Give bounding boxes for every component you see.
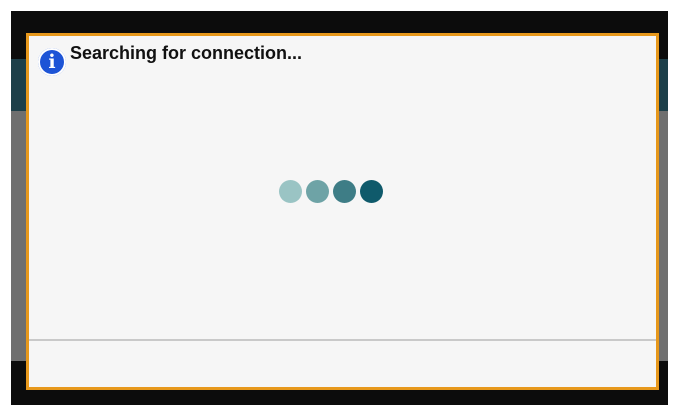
spinner-dot-3 bbox=[333, 179, 356, 203]
spinner-dot-2 bbox=[306, 179, 329, 203]
info-icon: i bbox=[38, 48, 66, 76]
loading-spinner bbox=[279, 178, 389, 204]
spinner-dot-4 bbox=[360, 179, 383, 203]
device-screen: i Searching for connection... bbox=[11, 11, 668, 405]
dialog-body: i Searching for connection... bbox=[29, 36, 656, 387]
spinner-dot-1 bbox=[279, 179, 302, 203]
dialog-title: Searching for connection... bbox=[70, 43, 303, 63]
dialog-footer bbox=[29, 341, 656, 387]
connection-dialog: i Searching for connection... bbox=[26, 33, 659, 390]
